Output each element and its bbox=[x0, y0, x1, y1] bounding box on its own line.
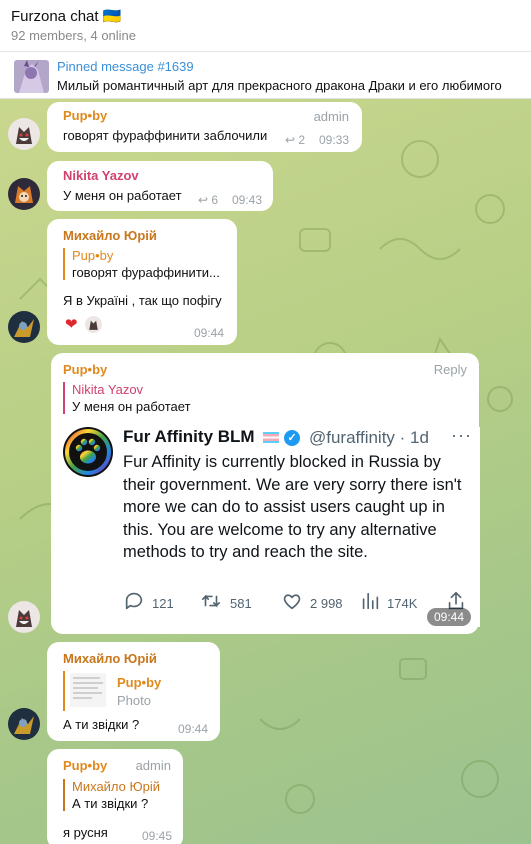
sender-name[interactable]: Pup•by bbox=[63, 758, 107, 773]
tweet-author-name[interactable]: Fur Affinity BLM ✓ bbox=[123, 427, 301, 447]
reply-count[interactable]: ↩ 2 bbox=[285, 133, 305, 147]
message-text: У меня он работает bbox=[63, 188, 182, 203]
verified-badge-icon: ✓ bbox=[284, 429, 301, 446]
message-bubble[interactable]: Михайло Юрій Pup•by Photo А ти звідки ? … bbox=[47, 642, 220, 741]
avatar-mykhailo[interactable] bbox=[8, 311, 40, 343]
chat-area[interactable]: Pup•by admin говорят фурaффинити заблочи… bbox=[0, 99, 531, 844]
reply-count[interactable]: ↩ 6 bbox=[198, 193, 218, 207]
message-bubble[interactable]: Pup•by admin Михайло Юрій А ти звідки ? … bbox=[47, 749, 183, 844]
message-time: 09:45 bbox=[142, 829, 173, 843]
tweet-text: Fur Affinity is currently blocked in Rus… bbox=[123, 453, 462, 561]
reply-icon[interactable] bbox=[123, 590, 145, 612]
reaction-avatar bbox=[85, 316, 102, 333]
reaction-heart-icon[interactable]: ❤ bbox=[65, 315, 78, 333]
sender-name[interactable]: Михайло Юрій bbox=[63, 228, 157, 243]
more-options-icon[interactable]: ··· bbox=[451, 425, 472, 446]
message-text: говорят фурaффинити заблочили bbox=[63, 128, 268, 143]
pinned-title: Pinned message #1639 bbox=[57, 59, 194, 74]
retweet-count: 581 bbox=[230, 596, 252, 611]
reply-arrow-icon: ↩ bbox=[198, 193, 209, 207]
quoted-sender: Nikita Yazov bbox=[72, 382, 144, 397]
sender-name[interactable]: Pup•by bbox=[63, 108, 107, 123]
message-bubble[interactable]: Pup•by admin говорят фурaффинити заблочи… bbox=[47, 102, 362, 152]
message-bubble[interactable]: Pup•by Reply Nikita Yazov У меня он рабо… bbox=[51, 353, 480, 634]
chat-subtitle: 92 members, 4 online bbox=[11, 28, 137, 43]
quoted-text: У меня он работает bbox=[72, 399, 191, 414]
message-time: 09:44 bbox=[194, 326, 225, 340]
quoted-reply[interactable]: Pup•by Photo bbox=[63, 671, 213, 711]
admin-badge: admin bbox=[135, 758, 171, 773]
message-text: Я в Україні , так що пофігу bbox=[63, 293, 222, 308]
message-bubble[interactable]: Михайло Юрій Pup•by говорят фурaффинити.… bbox=[47, 219, 237, 345]
furaffinity-logo-icon bbox=[63, 427, 113, 477]
avatar-pupby[interactable] bbox=[8, 118, 40, 150]
quoted-text: А ти звідки ? bbox=[72, 796, 149, 811]
message-time: 09:33 bbox=[319, 133, 350, 147]
reply-button[interactable]: Reply bbox=[434, 362, 467, 377]
quoted-sender: Михайло Юрій bbox=[72, 779, 161, 794]
sender-name[interactable]: Pup•by bbox=[63, 362, 107, 377]
message-text: я русня bbox=[63, 825, 108, 840]
message-bubble[interactable]: Nikita Yazov У меня он работает ↩ 6 09:4… bbox=[47, 161, 273, 211]
retweet-icon[interactable] bbox=[200, 590, 222, 612]
pinned-text: Милый романтичный арт для прекрасного др… bbox=[57, 78, 502, 93]
quoted-text: говорят фурaффинити... bbox=[72, 265, 220, 280]
avatar-nikita[interactable] bbox=[8, 178, 40, 210]
sender-name[interactable]: Nikita Yazov bbox=[63, 168, 139, 183]
quoted-reply[interactable]: Михайло Юрій А ти звідки ? bbox=[63, 779, 160, 811]
tweet-screenshot[interactable]: Fur Affinity BLM ✓ @furaffinity · 1d ···… bbox=[61, 425, 480, 627]
avatar-mykhailo[interactable] bbox=[8, 708, 40, 740]
avatar-pupby[interactable] bbox=[8, 601, 40, 633]
views-count: 174K bbox=[387, 596, 418, 611]
quoted-reply[interactable]: Nikita Yazov У меня он работает bbox=[63, 382, 191, 414]
pinned-thumbnail bbox=[14, 60, 49, 93]
quoted-photo-thumbnail bbox=[70, 673, 106, 707]
like-count: 2 998 bbox=[310, 596, 343, 611]
trans-flag-icon bbox=[263, 432, 280, 444]
quoted-sender: Pup•by bbox=[72, 248, 114, 263]
message-time: 09:43 bbox=[232, 193, 263, 207]
quoted-reply[interactable]: Pup•by говорят фурaффинити... bbox=[63, 248, 220, 280]
tweet-handle: @furaffinity · 1d bbox=[309, 428, 429, 447]
reply-count: 121 bbox=[152, 596, 174, 611]
message-time: 09:44 bbox=[426, 608, 471, 626]
quoted-sender: Pup•by bbox=[117, 675, 162, 690]
reply-arrow-icon: ↩ bbox=[285, 133, 296, 147]
admin-badge: admin bbox=[313, 109, 349, 124]
message-text: А ти звідки ? bbox=[63, 717, 140, 732]
quoted-text: Photo bbox=[117, 693, 151, 708]
sender-name[interactable]: Михайло Юрій bbox=[63, 651, 157, 666]
pinned-message-bar[interactable]: Pinned message #1639 Милый романтичный а… bbox=[0, 52, 531, 99]
chat-header[interactable]: Furzona chat 🇺🇦 92 members, 4 online bbox=[0, 0, 531, 52]
chat-title: Furzona chat 🇺🇦 bbox=[11, 8, 122, 25]
like-icon[interactable] bbox=[281, 590, 303, 612]
message-time: 09:44 bbox=[178, 722, 209, 736]
views-icon[interactable] bbox=[359, 590, 381, 612]
